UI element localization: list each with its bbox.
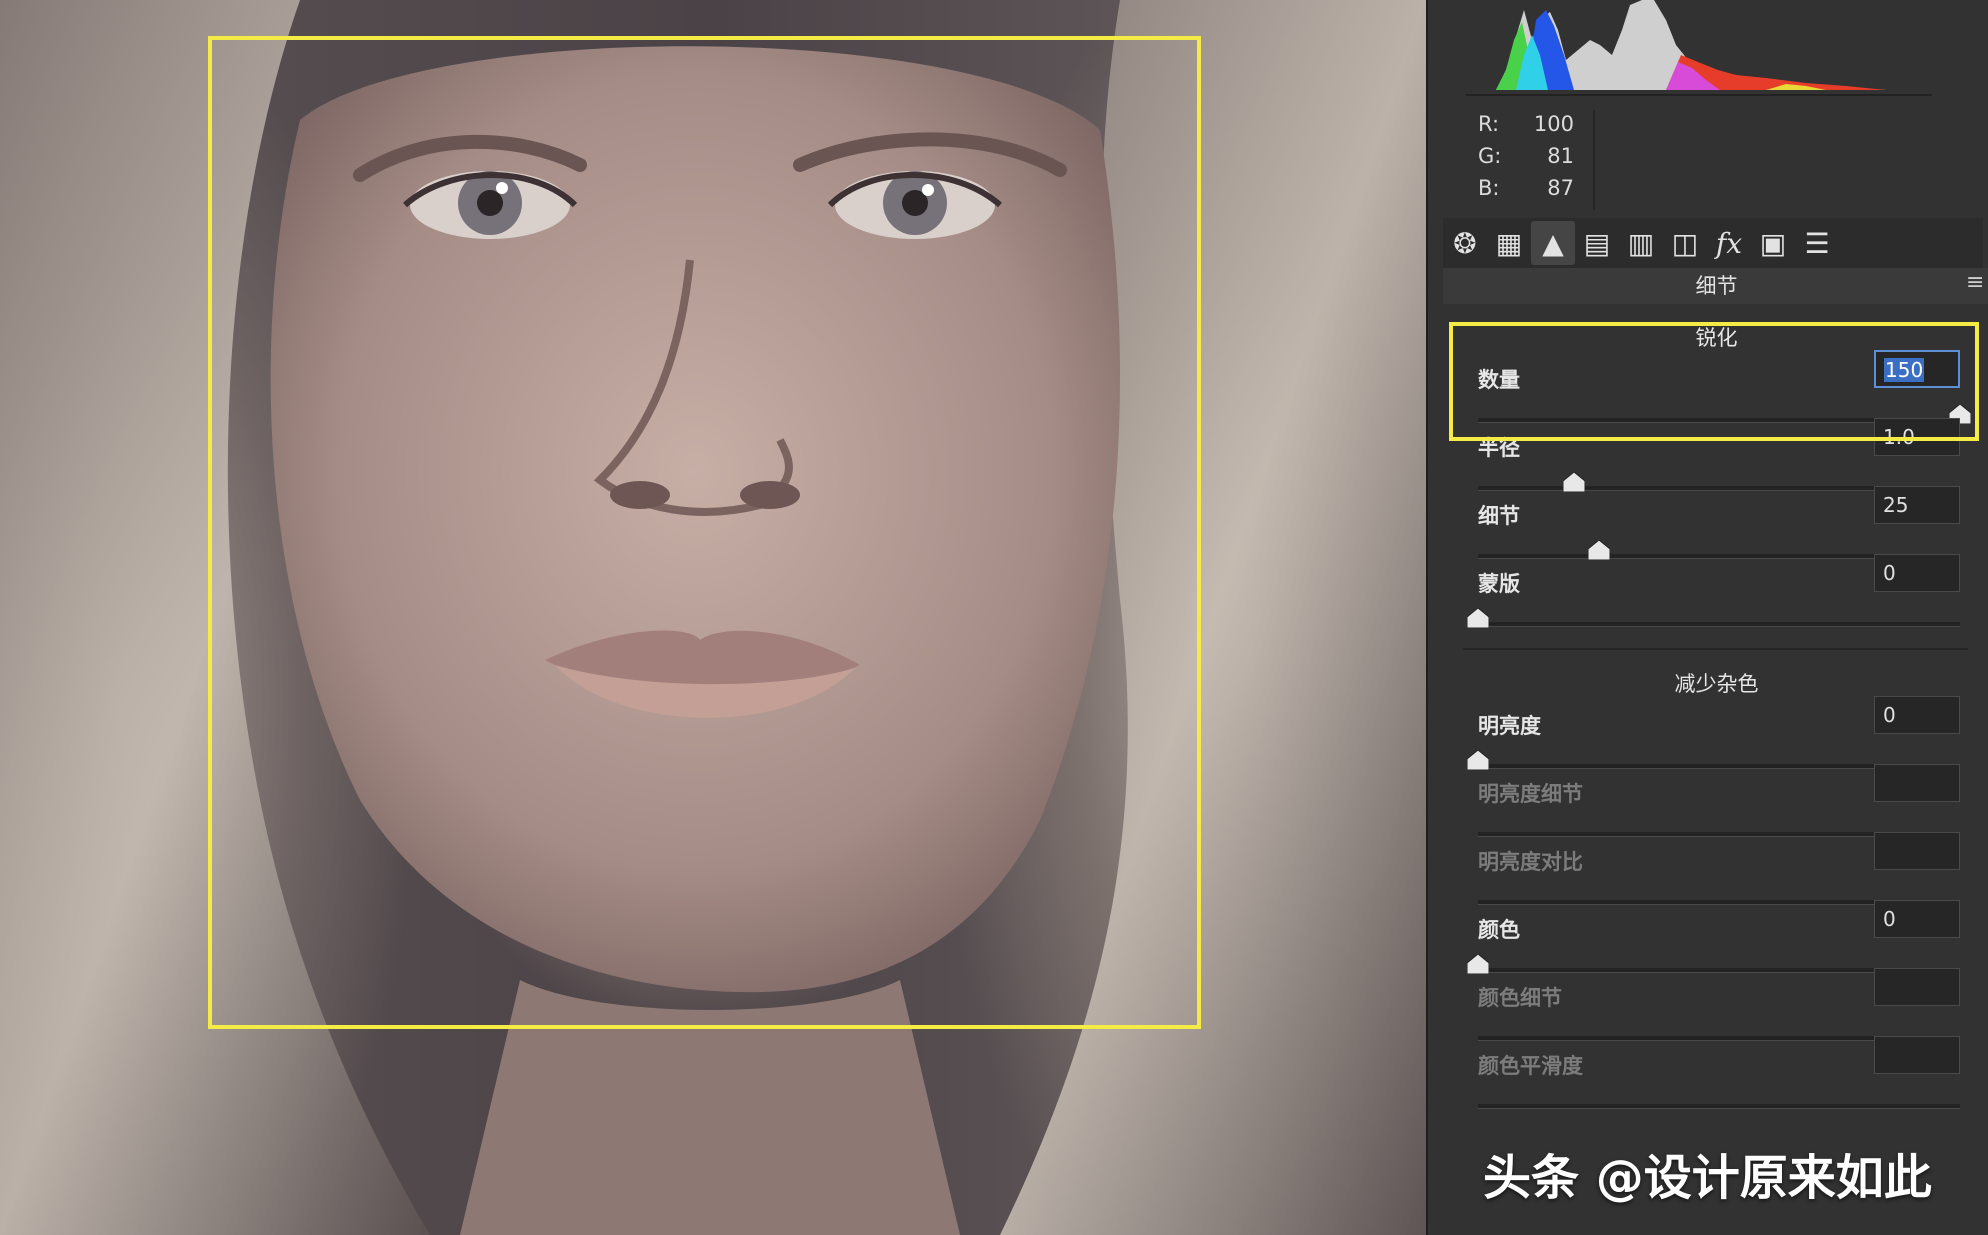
slider-track — [1478, 1104, 1960, 1109]
slider-value-text: 0 — [1883, 703, 1896, 727]
slider-value-input — [1874, 832, 1960, 870]
slider-label: 明亮度细节 — [1478, 782, 1583, 806]
slider-track[interactable] — [1478, 622, 1960, 627]
slider-value-input — [1874, 1036, 1960, 1074]
slider-value-input[interactable]: 0 — [1874, 554, 1960, 592]
slider-thumb[interactable] — [1562, 471, 1586, 493]
slider-label: 明亮度 — [1478, 714, 1541, 738]
photo-canvas[interactable] — [0, 0, 1426, 1235]
rgb-row-g: G: 81 — [1478, 144, 1574, 168]
sharpening-highlight-box — [1449, 322, 1979, 441]
split-toning-icon[interactable]: ▥ — [1619, 221, 1663, 265]
lens-corrections-icon[interactable]: ◫ — [1663, 221, 1707, 265]
rgb-readout: R: 100 G: 81 B: 87 — [1478, 112, 1628, 208]
panel-toolbar: ❂ ▦ ▲ ▤ ▥ ◫ fx ▣ ☰ — [1443, 218, 1983, 268]
slider-thumb[interactable] — [1587, 539, 1610, 561]
slider-thumb[interactable] — [1466, 607, 1490, 629]
slider-thumb[interactable] — [1466, 749, 1490, 771]
slider-value-input[interactable]: 25 — [1874, 486, 1960, 524]
slider-label: 颜色细节 — [1478, 986, 1562, 1010]
slider-label: 明亮度对比 — [1478, 850, 1583, 874]
histogram — [1466, 0, 1932, 96]
rgb-row-r: R: 100 — [1478, 112, 1574, 136]
slider-value-input — [1874, 968, 1960, 1006]
slider-label: 颜色 — [1478, 918, 1520, 942]
watermark: 头条 @设计原来如此 — [1483, 1150, 1932, 1206]
readout-separator — [1593, 110, 1595, 210]
slider-value-text: 0 — [1883, 907, 1896, 931]
tone-curve-icon[interactable]: ▦ — [1487, 221, 1531, 265]
slider-label: 细节 — [1478, 504, 1520, 528]
noise-reduction-heading: 减少杂色 — [1674, 672, 1759, 696]
section-divider — [1463, 648, 1968, 650]
rgb-row-b: B: 87 — [1478, 176, 1574, 200]
slider-value-text: 0 — [1883, 561, 1896, 585]
hsl-icon[interactable]: ▤ — [1575, 221, 1619, 265]
slider-value-input — [1874, 764, 1960, 802]
detail-icon[interactable]: ▲ — [1531, 221, 1575, 265]
slider-row: 蒙版 0 — [1466, 554, 1960, 636]
slider-value-input[interactable]: 0 — [1874, 900, 1960, 938]
adjustment-panel: R: 100 G: 81 B: 87 ❂ ▦ ▲ ▤ ▥ ◫ fx ▣ ☰ 细节 ≡ 锐化 数量… — [1426, 0, 1988, 1235]
slider-value-input[interactable]: 0 — [1874, 696, 1960, 734]
slider-row: 颜色平滑度 — [1478, 1036, 1960, 1118]
slider-label: 蒙版 — [1478, 572, 1520, 596]
camera-calibration-icon[interactable]: ▣ — [1751, 221, 1795, 265]
slider-thumb[interactable] — [1466, 953, 1490, 975]
panel-title: 细节 — [1443, 268, 1988, 304]
slider-value-text: 25 — [1883, 493, 1909, 517]
effects-icon[interactable]: fx — [1707, 221, 1751, 265]
panel-menu-icon[interactable]: ≡ — [1966, 270, 1988, 300]
presets-icon[interactable]: ☰ — [1795, 221, 1839, 265]
aperture-icon[interactable]: ❂ — [1443, 221, 1487, 265]
slider-label: 颜色平滑度 — [1478, 1054, 1583, 1078]
face-highlight-box — [208, 36, 1201, 1029]
